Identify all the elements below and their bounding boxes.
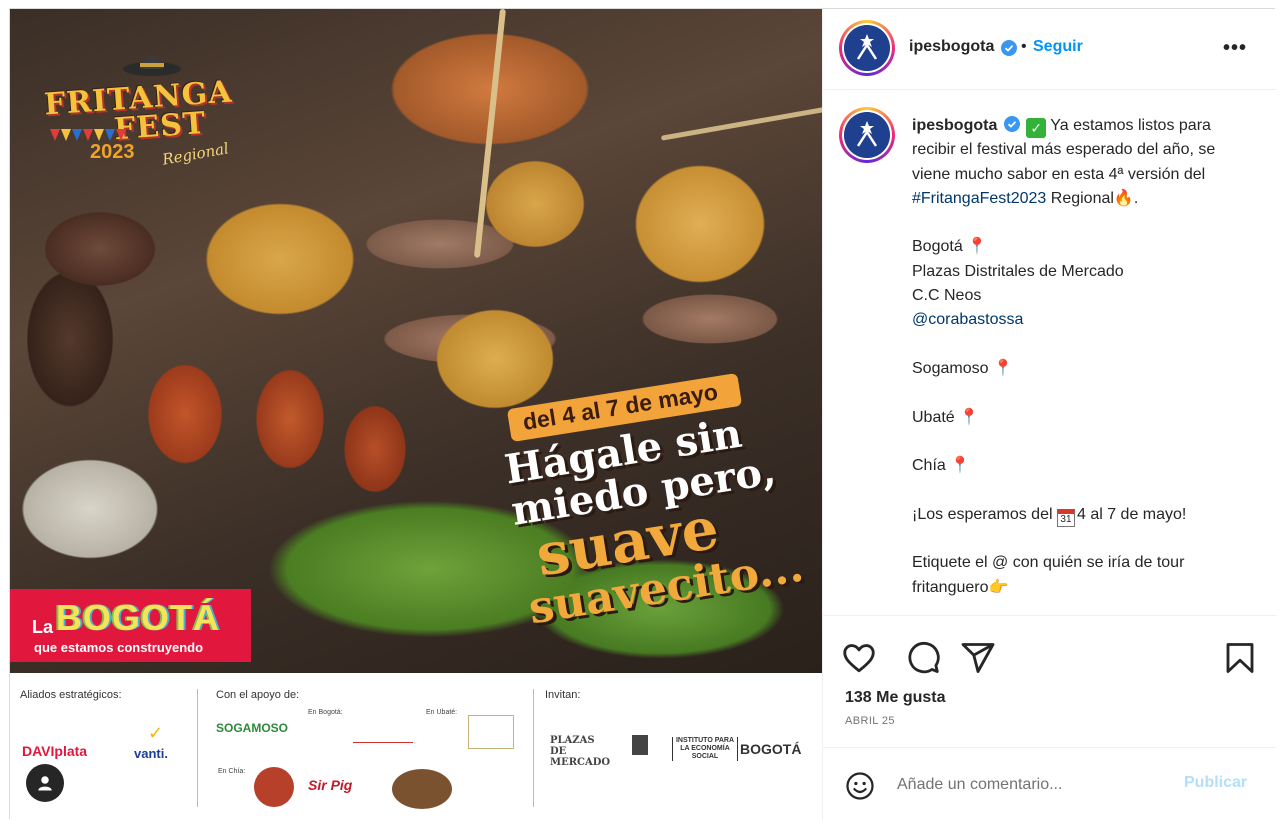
promo-slogan: Hágale sin miedo pero, suave suavecito..… [502,406,807,635]
sogamoso-logo: SOGAMOSO [216,721,289,735]
divider [533,689,534,807]
plazas-logo: PLAZAS DE MERCADO [550,735,611,768]
calendar-icon: 31 [1056,508,1075,527]
caption-scroll-area[interactable]: ipesbogota ✓ Ya estamos listos para recib… [823,91,1276,615]
tag-line-2: fritanguero [912,578,989,596]
city-ubate: Ubaté [912,408,955,426]
profile-avatar[interactable] [839,20,895,76]
separator: • [1021,38,1027,55]
city-sogamoso: Sogamoso [912,359,989,377]
fritanga-fest-logo: FRITANGA FEST 2023 Regional [43,43,234,173]
pin-icon: 📍 [950,457,971,475]
skewer [660,106,822,141]
tagged-users-button[interactable] [26,764,64,802]
tag-line-1: Etiquete el @ con quién se iría de tour [912,554,1185,572]
pin-icon: 📍 [967,238,988,256]
follow-button[interactable]: Seguir [1033,38,1083,56]
skewer [473,9,506,258]
sir-pig-logo: Sir Pig [308,777,353,793]
hashtag-link[interactable]: #FritangaFest2023 [912,190,1046,207]
post-side-panel: ipesbogota • Seguir ••• ipesbogota ✓ Ya … [822,9,1276,820]
verified-icon [1001,40,1017,56]
post-date[interactable]: ABRIL 25 [845,715,895,727]
post-actions: 138 Me gusta ABRIL 25 [823,615,1276,743]
more-options-button[interactable]: ••• [1223,37,1253,59]
plaza-ubate-logo [353,717,413,743]
invite-title: Invitan: [545,689,581,701]
food-photo: FRITANGA FEST 2023 Regional del 4 al 7 d… [10,9,822,673]
user-icon [38,776,52,791]
share-icon[interactable] [960,640,996,676]
badge-prefix: La [32,617,54,637]
chia-logo-3 [392,769,452,809]
daviplata-logo: DAVIplata [22,743,88,759]
allies-title: Aliados estratégicos: [20,689,122,701]
label-bogota: En Bogotá: [308,709,343,716]
bogota-logo: BOGOTÁ [740,741,802,757]
post-header: ipesbogota • Seguir ••• [823,9,1276,90]
mention-link[interactable]: @corabastossa [912,311,1023,328]
la-bogota-badge: La BOGOTÁ que estamos construyendo [10,589,251,662]
ipes-logo: INSTITUTO PARA LA ECONOMÍA SOCIAL [672,737,738,761]
emoji-icon[interactable] [845,771,875,801]
vanti-logo: vanti. [134,746,168,761]
sponsor-strip: Aliados estratégicos: Con el apoyo de: I… [10,673,822,820]
place-neos: C.C Neos [912,287,982,305]
chia-logo-1 [254,767,294,807]
caption-username[interactable]: ipesbogota [912,117,997,134]
ipes-avatar-logo [844,112,890,158]
vanti-check-icon: ✓ [148,723,164,743]
coat-of-arms-icon [632,735,648,755]
post-caption: ipesbogota ✓ Ya estamos listos para recib… [912,114,1242,600]
verified-icon [1003,116,1020,132]
pin-icon: 📍 [992,359,1013,377]
ubate-market-logo [468,715,514,749]
pin-icon: 📍 [959,408,980,426]
comment-icon[interactable] [905,640,941,676]
pointing-hand-icon: 👉 [988,578,1009,596]
header-username[interactable]: ipesbogota [909,38,994,56]
heart-icon[interactable] [841,640,877,676]
label-ubate: En Ubaté: [426,709,458,716]
badge-word: BOGOTÁ [56,597,220,638]
ipes-emblem-icon [844,112,890,158]
city-chia: Chía [912,457,946,475]
likes-count[interactable]: 138 Me gusta [845,689,945,707]
support-title: Con el apoyo de: [216,689,300,701]
badge-subtitle: que estamos construyendo [34,640,204,655]
check-mark-icon: ✓ [1026,118,1047,138]
fire-icon: 🔥 [1113,189,1134,207]
bookmark-icon[interactable] [1222,640,1258,676]
label-chia: En Chía: [218,768,246,775]
city-bogota: Bogotá [912,238,963,256]
comment-bar: Publicar [823,747,1276,820]
ipes-emblem-icon [844,25,890,71]
festival-year: 2023 [90,141,135,163]
comment-input[interactable] [897,772,1167,798]
closing-post: 4 al 7 de mayo! [1076,505,1187,523]
divider [197,689,198,807]
caption-intro-end: Regional [1050,189,1114,207]
place-plazas: Plazas Distritales de Mercado [912,262,1124,280]
caption-avatar[interactable] [839,107,895,163]
ipes-avatar-logo [844,25,890,71]
festival-tag: Regional [160,139,231,169]
publish-button[interactable]: Publicar [1184,774,1247,792]
post-media[interactable]: FRITANGA FEST 2023 Regional del 4 al 7 d… [10,9,822,820]
post-dialog: FRITANGA FEST 2023 Regional del 4 al 7 d… [9,8,1276,820]
hat-icon [123,55,181,76]
closing-pre: ¡Los esperamos del [912,505,1057,523]
